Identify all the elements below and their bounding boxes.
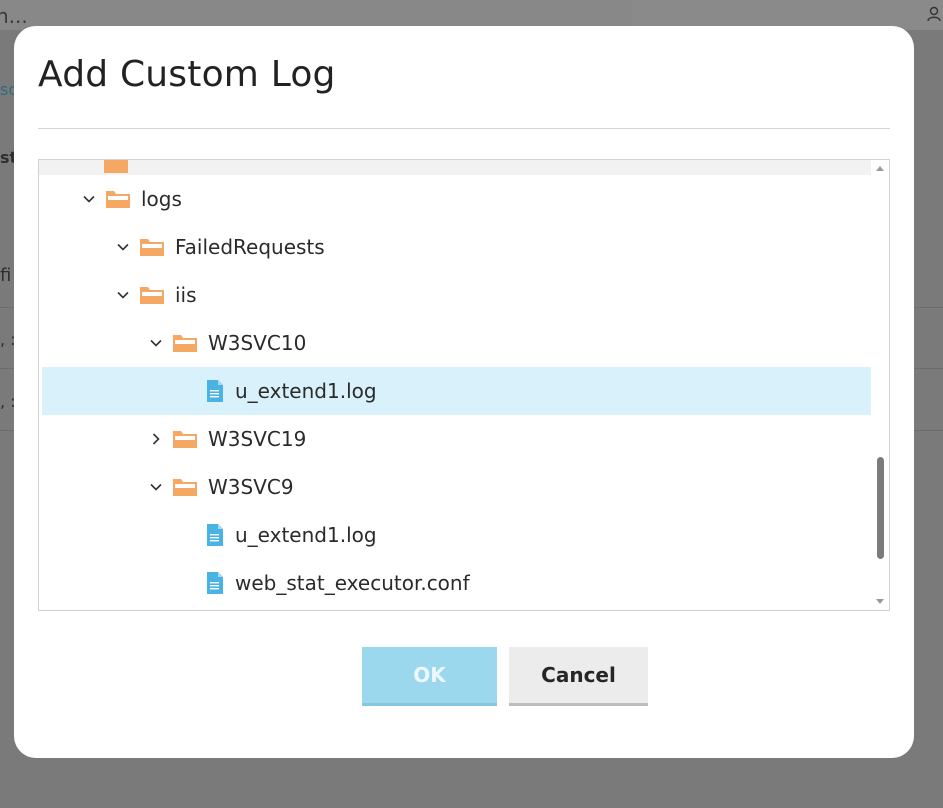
tree-scrollbar[interactable] bbox=[871, 160, 889, 610]
folder-icon bbox=[139, 285, 165, 305]
tree-folder-node[interactable]: W3SVC10 bbox=[39, 319, 871, 367]
scrollbar-thumb[interactable] bbox=[877, 457, 884, 559]
folder-icon bbox=[172, 429, 198, 449]
chevron-down-icon[interactable] bbox=[113, 285, 133, 305]
folder-icon bbox=[172, 477, 198, 497]
chevron-down-icon[interactable] bbox=[146, 333, 166, 353]
tree-folder-node[interactable]: W3SVC19 bbox=[39, 415, 871, 463]
tree-node-label: web_stat_executor.conf bbox=[235, 571, 470, 595]
user-icon bbox=[927, 6, 941, 22]
tree-folder-node[interactable]: W3SVC9 bbox=[39, 463, 871, 511]
tree-folder-node[interactable]: FailedRequests bbox=[39, 223, 871, 271]
chevron-down-icon[interactable] bbox=[146, 477, 166, 497]
add-custom-log-dialog: Add Custom Log logs FailedRequests iis W3SV… bbox=[14, 26, 914, 758]
folder-icon bbox=[172, 333, 198, 353]
tree-folder-node[interactable]: iis bbox=[39, 271, 871, 319]
scroll-down-arrow-icon[interactable] bbox=[876, 599, 884, 604]
tree-node-label: W3SVC9 bbox=[208, 475, 294, 499]
tree-file-node[interactable]: u_extend1.log bbox=[42, 367, 871, 415]
scroll-up-arrow-icon[interactable] bbox=[876, 166, 884, 171]
title-divider bbox=[38, 128, 890, 129]
partially-visible-row bbox=[39, 160, 871, 175]
chevron-down-icon[interactable] bbox=[79, 189, 99, 209]
tree-node-label: logs bbox=[141, 187, 182, 211]
ok-button[interactable]: OK bbox=[362, 647, 497, 706]
folder-icon bbox=[104, 160, 128, 173]
tree-folder-node[interactable]: logs bbox=[39, 175, 871, 223]
file-icon bbox=[205, 523, 225, 547]
dialog-title: Add Custom Log bbox=[38, 54, 336, 95]
chevron-down-icon[interactable] bbox=[113, 237, 133, 257]
tree-node-label: u_extend1.log bbox=[235, 379, 377, 403]
tree-file-node[interactable]: u_extend1.log bbox=[39, 511, 871, 559]
tree-node-label: u_extend1.log bbox=[235, 523, 377, 547]
chevron-right-icon[interactable] bbox=[146, 429, 166, 449]
background-heading-fragment: fi bbox=[0, 265, 12, 286]
background-search-text: h... bbox=[0, 4, 28, 28]
tree-node-label: W3SVC19 bbox=[208, 427, 307, 451]
file-icon bbox=[205, 571, 225, 595]
tree-node-label: iis bbox=[175, 283, 197, 307]
folder-icon bbox=[139, 237, 165, 257]
file-icon bbox=[205, 379, 225, 403]
tree-node-label: W3SVC10 bbox=[208, 331, 307, 355]
tree-node-label: FailedRequests bbox=[175, 235, 325, 259]
file-tree[interactable]: logs FailedRequests iis W3SVC10 u_extend1.lo… bbox=[38, 159, 890, 611]
folder-icon bbox=[105, 189, 131, 209]
cancel-button[interactable]: Cancel bbox=[509, 647, 648, 706]
tree-file-node[interactable]: web_stat_executor.conf bbox=[39, 559, 871, 607]
